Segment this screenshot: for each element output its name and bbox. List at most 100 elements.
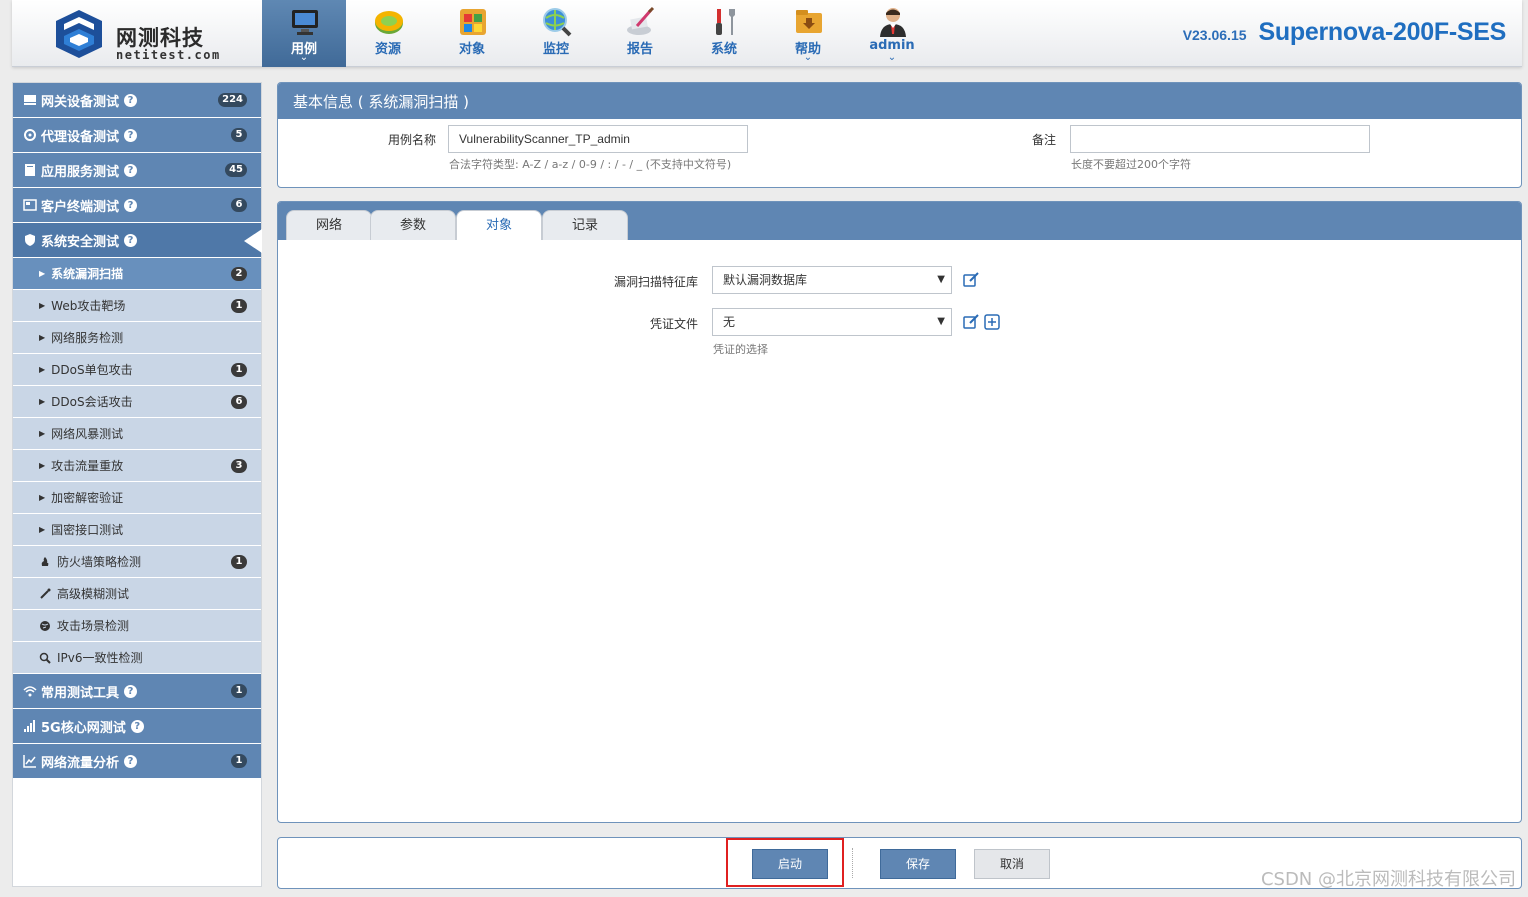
sidebar-item-ipv6[interactable]: IPv6一致性检测 — [13, 642, 261, 674]
caret-right-icon: ▶ — [39, 333, 46, 342]
sidebar-item-label: 攻击流量重放 — [51, 459, 124, 473]
caret-right-icon: ▶ — [39, 365, 46, 374]
sidebar-item-ddos-session[interactable]: ▶ DDoS会话攻击 6 — [13, 386, 261, 418]
report-pen-icon — [627, 6, 655, 35]
help-icon[interactable]: ? — [130, 719, 144, 733]
nav-objects[interactable]: 对象 — [430, 0, 514, 67]
count-badge: 6 — [231, 394, 247, 409]
count-badge: 3 — [231, 458, 247, 473]
case-name-input[interactable]: VulnerabilityScanner_TP_admin — [448, 125, 748, 153]
signal-bars-icon — [24, 720, 35, 732]
sidebar-section-traffic[interactable]: 网络流量分析 ? 1 — [13, 744, 261, 779]
save-button[interactable]: 保存 — [880, 849, 956, 879]
vuln-db-select[interactable]: 默认漏洞数据库 ▼ — [712, 266, 952, 294]
sidebar-item-crypto[interactable]: ▶ 加密解密验证 — [13, 482, 261, 514]
cred-file-select[interactable]: 无 ▼ — [712, 308, 952, 336]
help-icon[interactable]: ? — [124, 198, 138, 212]
logo-text-en: netitest.com — [116, 48, 221, 62]
sidebar-section-client[interactable]: 客户终端测试 ? 6 — [13, 188, 261, 223]
vuln-db-value: 默认漏洞数据库 — [723, 273, 808, 287]
tools-icon — [716, 9, 735, 35]
user-icon — [880, 8, 906, 37]
count-badge: 224 — [218, 93, 247, 107]
nav-label: 报告 — [626, 42, 653, 57]
cancel-button[interactable]: 取消 — [974, 849, 1050, 879]
help-icon[interactable]: ? — [124, 233, 138, 247]
nav-help[interactable]: 帮助 ⌄ — [766, 0, 850, 67]
tab-objects[interactable]: 对象 — [456, 210, 542, 240]
sidebar-item-net-service[interactable]: ▶ 网络服务检测 — [13, 322, 261, 354]
nav-monitor[interactable]: 监控 — [514, 0, 598, 67]
sidebar-item-vuln-scan[interactable]: ▶ 系统漏洞扫描 2 — [13, 258, 261, 290]
help-icon[interactable]: ? — [124, 684, 138, 698]
highlight-box — [726, 838, 844, 887]
case-name-label: 用例名称 — [387, 133, 436, 147]
sidebar-item-sm-interface[interactable]: ▶ 国密接口测试 — [13, 514, 261, 546]
magnifier-icon — [39, 652, 51, 664]
sidebar-item-label: 防火墙策略检测 — [57, 555, 142, 569]
globe-icon — [40, 620, 50, 631]
nav-report[interactable]: 报告 — [598, 0, 682, 67]
count-badge: 1 — [231, 298, 247, 313]
sidebar-section-gateway[interactable]: 网关设备测试 ? 224 — [13, 83, 261, 118]
remark-label: 备注 — [1031, 133, 1056, 147]
top-bar: 网测科技 netitest.com 用例 ⌄ 资源 对象 监控 报告 系统 帮助… — [12, 0, 1522, 67]
nav-system[interactable]: 系统 — [682, 0, 766, 67]
sidebar-item-web-attack[interactable]: ▶ Web攻击靶场 1 — [13, 290, 261, 322]
sidebar-section-5g[interactable]: 5G核心网测试 ? — [13, 709, 261, 744]
chevron-down-icon: ▼ — [937, 316, 945, 327]
version-info: V23.06.15 Supernova-200F-SES — [1183, 18, 1507, 47]
help-icon[interactable]: ? — [124, 754, 138, 768]
vuln-db-label: 漏洞扫描特征库 — [613, 275, 698, 289]
cred-file-value: 无 — [723, 315, 736, 329]
tab-network[interactable]: 网络 — [286, 210, 372, 240]
sidebar-subitems: ▶ 系统漏洞扫描 2 ▶ Web攻击靶场 1 ▶ 网络服务检测 ▶ DDoS单包攻击 1 ▶ D… — [13, 258, 261, 674]
nav-admin[interactable]: admin ⌄ — [850, 0, 934, 67]
remark-hint: 长度不要超过200个字符 — [1071, 158, 1191, 171]
tab-bar: 网络 参数 对象 记录 — [278, 202, 1521, 240]
count-badge: 6 — [231, 198, 247, 212]
hdd-icon — [24, 95, 36, 105]
main-nav: 用例 ⌄ 资源 对象 监控 报告 系统 帮助 ⌄ admin ⌄ — [262, 0, 934, 67]
tab-records[interactable]: 记录 — [542, 210, 628, 240]
terminal-icon — [23, 199, 37, 211]
sidebar-item-fuzz[interactable]: 高级模糊测试 — [13, 578, 261, 610]
help-icon[interactable]: ? — [124, 128, 138, 142]
sidebar-section-label: 常用测试工具 — [41, 685, 120, 701]
sidebar-section-label: 应用服务测试 — [41, 164, 120, 180]
sidebar-item-traffic-replay[interactable]: ▶ 攻击流量重放 3 — [13, 450, 261, 482]
tab-params[interactable]: 参数 — [370, 210, 456, 240]
sidebar-section-label: 网络流量分析 — [41, 755, 120, 771]
sidebar-section-app-service[interactable]: 应用服务测试 ? 45 — [13, 153, 261, 188]
count-badge: 1 — [231, 684, 247, 698]
help-icon[interactable]: ? — [124, 93, 138, 107]
edit-icon[interactable] — [962, 271, 980, 289]
nav-usecase[interactable]: 用例 ⌄ — [262, 0, 346, 67]
sidebar-item-label: 攻击场景检测 — [57, 619, 130, 633]
sidebar-item-attack-scene[interactable]: 攻击场景检测 — [13, 610, 261, 642]
count-badge: 1 — [231, 554, 247, 569]
caret-right-icon: ▶ — [39, 429, 46, 438]
sidebar-item-ddos-packet[interactable]: ▶ DDoS单包攻击 1 — [13, 354, 261, 386]
count-badge: 2 — [231, 266, 247, 281]
sidebar-item-firewall[interactable]: 防火墙策略检测 1 — [13, 546, 261, 578]
count-badge: 5 — [231, 128, 247, 142]
add-icon[interactable] — [983, 313, 1001, 331]
sidebar-section-tools[interactable]: 常用测试工具 ? 1 — [13, 674, 261, 709]
divider — [852, 848, 853, 878]
edit-icon[interactable] — [962, 313, 980, 331]
caret-right-icon: ▶ — [39, 461, 46, 470]
sidebar-section-security[interactable]: 系统安全测试 ? — [13, 223, 262, 258]
cred-file-label: 凭证文件 — [649, 317, 698, 331]
shield-icon — [25, 234, 35, 246]
logo[interactable]: 网测科技 netitest.com — [50, 8, 250, 62]
sidebar-item-net-storm[interactable]: ▶ 网络风暴测试 — [13, 418, 261, 450]
sidebar-section-proxy[interactable]: 代理设备测试 ? 5 — [13, 118, 261, 153]
nav-resources[interactable]: 资源 — [346, 0, 430, 67]
caret-right-icon: ▶ — [39, 269, 46, 278]
help-icon[interactable]: ? — [124, 163, 138, 177]
remark-input[interactable] — [1070, 125, 1370, 153]
sidebar-section-label: 5G核心网测试 — [41, 720, 126, 736]
case-name-hint: 合法字符类型: A-Z / a-z / 0-9 / : / - / _ (不支持… — [449, 158, 732, 171]
help-folder-icon — [796, 10, 822, 33]
